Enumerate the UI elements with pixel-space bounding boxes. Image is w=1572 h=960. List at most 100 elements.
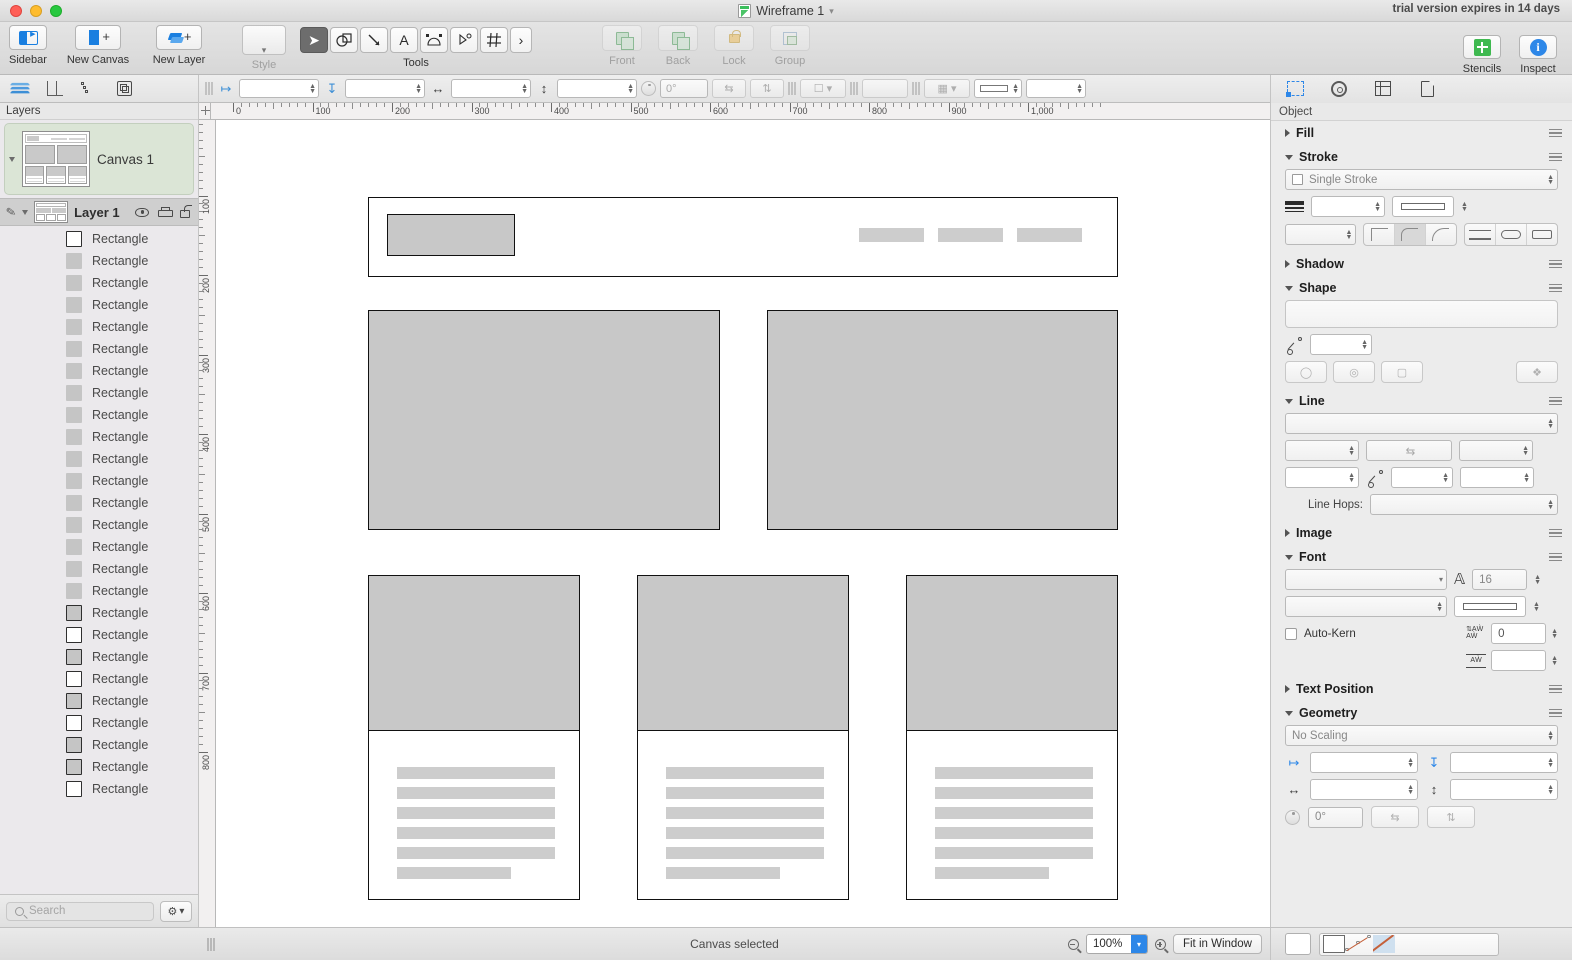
zoom-select[interactable]: 100% ▾	[1085, 934, 1148, 954]
selection-tool[interactable]: ➤	[300, 27, 328, 53]
stroke-enable-checkbox[interactable]	[1292, 174, 1303, 185]
image-menu-icon[interactable]	[1549, 528, 1562, 538]
shape-list-item[interactable]: Rectangle	[0, 558, 198, 580]
bezier-tool[interactable]	[420, 27, 448, 53]
shape-picker-well[interactable]	[1285, 300, 1558, 328]
wireframe-text-line-placeholder[interactable]	[666, 827, 824, 839]
height-input[interactable]: ▲ ▼	[557, 79, 637, 98]
font-family-dropdown[interactable]: ▾	[1285, 569, 1447, 590]
wireframe-text-line-placeholder[interactable]	[397, 767, 555, 779]
tracking-stepper[interactable]: ▲ ▼	[1551, 655, 1558, 667]
line-menu-icon[interactable]	[1549, 396, 1562, 406]
geometry-rotation-knob[interactable]	[1285, 809, 1300, 825]
geometry-height-input[interactable]: ▲ ▼	[1450, 779, 1558, 800]
shape-list-item[interactable]: Rectangle	[0, 360, 198, 382]
shape-tool[interactable]	[330, 27, 358, 53]
style-control[interactable]: Style	[242, 22, 286, 75]
section-header-text-position[interactable]: Text Position	[1271, 677, 1572, 701]
sidebar-button-face[interactable]	[9, 25, 47, 50]
wireframe-card[interactable]	[906, 575, 1118, 900]
corner-sharp-option[interactable]	[1364, 224, 1396, 245]
zoom-in-icon[interactable]	[1154, 938, 1166, 950]
shape-menu-icon[interactable]	[1549, 283, 1562, 293]
send-back-face[interactable]	[658, 25, 698, 51]
wireframe-card[interactable]	[637, 575, 849, 900]
shape-list-item[interactable]: Rectangle	[0, 492, 198, 514]
rotation-knob[interactable]	[641, 81, 656, 96]
shape-list-item[interactable]: Rectangle	[0, 228, 198, 250]
layer-visibility-icon[interactable]	[135, 207, 149, 217]
group-face[interactable]	[770, 25, 810, 51]
extra-input[interactable]: ▲ ▼	[1026, 79, 1086, 98]
fill-color-well[interactable]	[1285, 933, 1311, 955]
shape-list-item[interactable]: Rectangle	[0, 404, 198, 426]
shape-list-item[interactable]: Rectangle	[0, 426, 198, 448]
stencils-face[interactable]	[1463, 35, 1501, 59]
tracking-input[interactable]	[1491, 650, 1547, 671]
line-start-size-input[interactable]: ▲ ▼	[1285, 467, 1359, 488]
shape-list-item[interactable]: Rectangle	[0, 448, 198, 470]
wireframe-text-line-placeholder[interactable]	[666, 767, 824, 779]
font-style-dropdown[interactable]: ▲ ▼	[1285, 596, 1447, 617]
auto-kern-checkbox[interactable]	[1285, 627, 1297, 640]
wireframe-text-line-placeholder[interactable]	[935, 847, 1093, 859]
font-color-stepper[interactable]: ▲ ▼	[1533, 601, 1540, 613]
shape-intersect-button[interactable]: ▢	[1381, 361, 1423, 383]
wireframe-text-line-placeholder[interactable]	[935, 787, 1093, 799]
sidebar-options-button[interactable]: ⚙ ▾	[160, 900, 192, 922]
stroke-color-dropdown[interactable]: ▲ ▼	[1285, 224, 1357, 245]
stencils-button[interactable]: Stencils	[1456, 35, 1508, 88]
shape-list-item[interactable]: Rectangle	[0, 272, 198, 294]
style-well[interactable]	[242, 25, 286, 55]
toolbar-grip-2[interactable]	[788, 82, 796, 95]
font-color-well[interactable]	[1454, 596, 1526, 617]
stroke-style-input[interactable]: ▲ ▼	[974, 79, 1022, 98]
canvases-tab[interactable]	[45, 80, 64, 97]
shape-list-item[interactable]: Rectangle	[0, 668, 198, 690]
fit-in-window-button[interactable]: Fit in Window	[1172, 934, 1262, 954]
cap-butt-option[interactable]	[1465, 224, 1496, 245]
corner-style-segment[interactable]	[1363, 223, 1458, 246]
drawing-canvas[interactable]	[216, 120, 1270, 927]
nav-item-placeholder[interactable]	[859, 228, 924, 242]
wireframe-text-line-placeholder[interactable]	[666, 867, 780, 879]
font-menu-icon[interactable]	[1549, 552, 1562, 562]
wireframe-card-image-placeholder[interactable]	[907, 576, 1117, 731]
section-header-shadow[interactable]: Shadow	[1271, 252, 1572, 276]
shape-list-item[interactable]: Rectangle	[0, 514, 198, 536]
lock-button[interactable]: Lock	[706, 22, 762, 75]
wireframe-text-line-placeholder[interactable]	[397, 807, 555, 819]
cap-round-option[interactable]	[1496, 224, 1527, 245]
fill-color-button[interactable]	[862, 79, 908, 98]
shape-list-item[interactable]: Rectangle	[0, 778, 198, 800]
new-canvas-button-face[interactable]: +	[75, 25, 121, 50]
layer-unlock-icon[interactable]	[180, 204, 192, 218]
stroke-type-stepper[interactable]: ▲ ▼	[1547, 174, 1554, 186]
tab-document-inspector[interactable]	[1417, 79, 1437, 98]
lock-face[interactable]	[714, 25, 754, 51]
width-input[interactable]: ▲ ▼	[451, 79, 531, 98]
wireframe-header-block[interactable]	[368, 197, 1118, 277]
rotation-input[interactable]: 0°	[660, 79, 708, 98]
section-header-shape[interactable]: Shape	[1271, 276, 1572, 300]
grid-tool[interactable]	[480, 27, 508, 53]
geometry-x-input[interactable]: ▲ ▼	[1310, 752, 1418, 773]
chevron-down-icon[interactable]: ▾	[829, 6, 834, 17]
fill-menu-icon[interactable]	[1549, 128, 1562, 138]
text-position-menu-icon[interactable]	[1549, 684, 1562, 694]
inspector-scroll-area[interactable]: Fill Stroke Single Stroke ▲ ▼ ▲ ▼ ▲ ▼ ▲ …	[1271, 121, 1572, 927]
wireframe-hero-block[interactable]	[368, 310, 720, 530]
stroke-dash-preview[interactable]	[1392, 196, 1454, 217]
wireframe-text-line-placeholder[interactable]	[397, 847, 555, 859]
wireframe-text-line-placeholder[interactable]	[666, 847, 824, 859]
line-hops-dropdown[interactable]: ▲ ▼	[1370, 494, 1558, 515]
text-tool[interactable]: A	[390, 27, 418, 53]
shape-list-item[interactable]: Rectangle	[0, 294, 198, 316]
shape-list-item[interactable]: Rectangle	[0, 712, 198, 734]
shape-list-item[interactable]: Rectangle	[0, 690, 198, 712]
layers-tab[interactable]	[9, 80, 30, 97]
zoom-out-icon[interactable]	[1067, 938, 1079, 950]
toolbar-grip-3[interactable]	[850, 82, 858, 95]
geometry-menu-icon[interactable]	[1549, 708, 1562, 718]
inspect-face[interactable]: i	[1519, 35, 1557, 59]
